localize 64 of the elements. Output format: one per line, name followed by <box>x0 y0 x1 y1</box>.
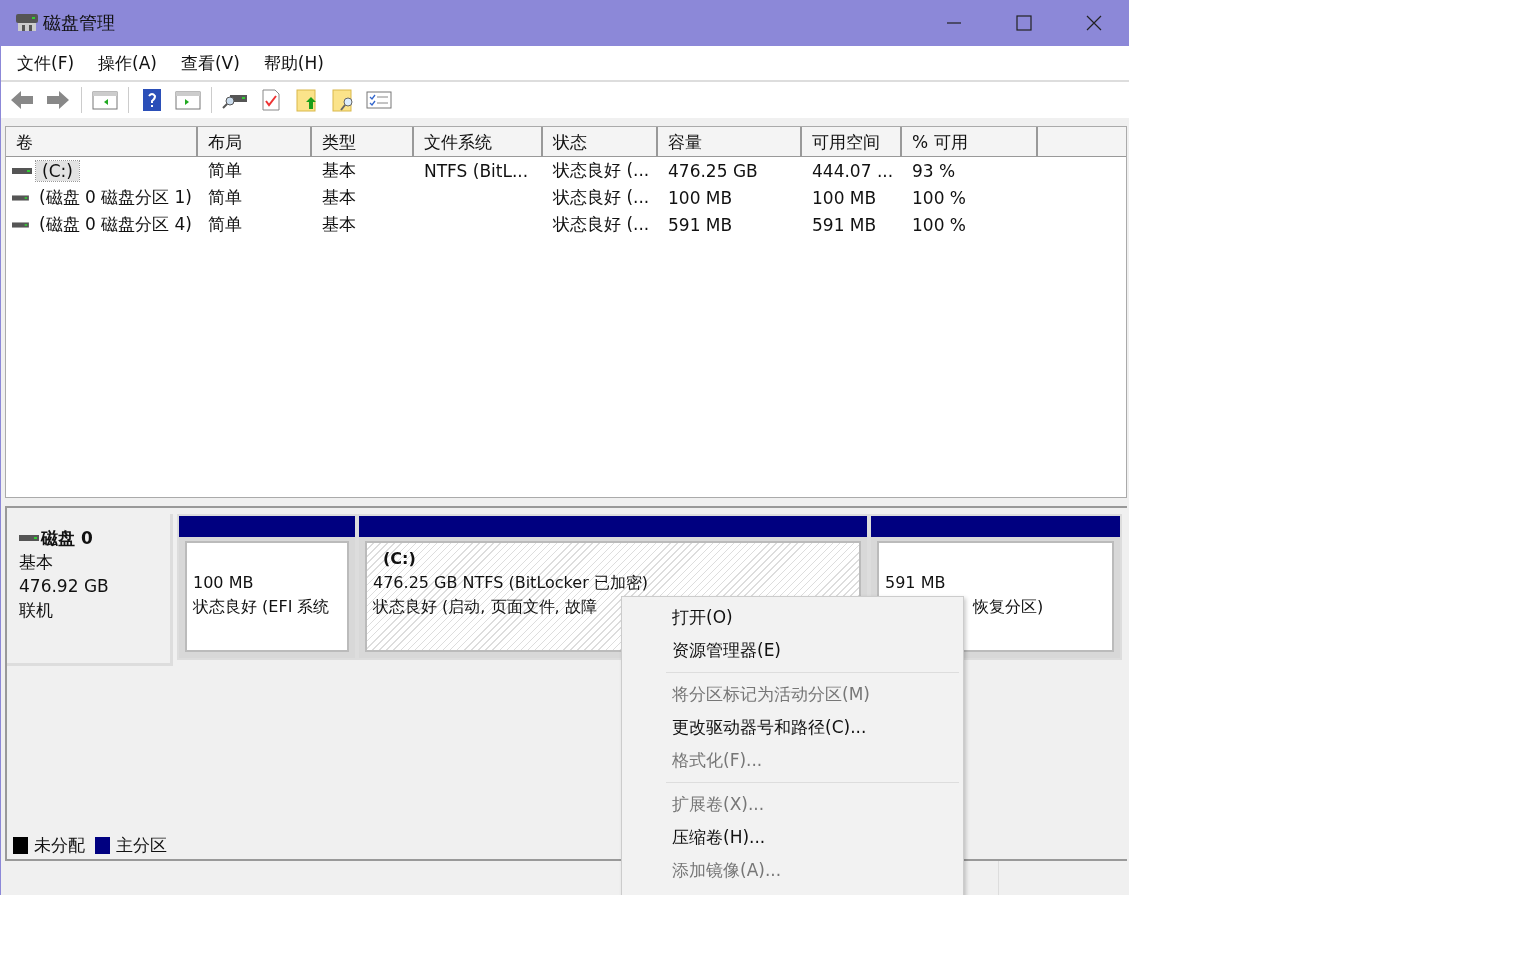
partition-label: (C:) <box>382 548 416 570</box>
partition-status: 状态良好 (启动, 页面文件, 故障 <box>373 596 597 618</box>
table-cell: 100 % <box>912 214 966 235</box>
column-header[interactable]: % 可用 <box>902 127 1038 157</box>
menu-item[interactable]: 操作(A) <box>98 51 157 75</box>
menu-item[interactable]: 文件(F) <box>17 51 75 75</box>
window-title: 磁盘管理 <box>43 11 115 35</box>
drive-icon <box>12 166 32 175</box>
properties-list-icon[interactable] <box>366 88 392 112</box>
column-header[interactable]: 卷 <box>6 127 198 157</box>
console-tree-icon[interactable] <box>92 88 118 112</box>
disk-label-panel[interactable]: 磁盘 0 基本 476.92 GB 联机 <box>7 514 173 666</box>
legend-label: 未分配 <box>34 833 85 857</box>
table-cell: 476.25 GB <box>668 160 758 181</box>
forward-arrow-icon[interactable] <box>45 88 71 112</box>
folder-search-icon[interactable] <box>330 88 356 112</box>
legend-label: 主分区 <box>116 833 167 857</box>
partition-status: 状态良好 (EFI 系统 <box>193 596 330 618</box>
column-header[interactable] <box>1038 127 1126 157</box>
table-cell: 状态良好 (... <box>553 187 650 207</box>
disk-type: 基本 <box>19 551 54 574</box>
table-cell: 简单 <box>208 214 242 234</box>
table-cell: 基本 <box>322 160 356 180</box>
drive-icon <box>12 193 29 202</box>
table-cell: 93 % <box>912 160 956 181</box>
partition-size: 476.25 GB NTFS (BitLocker 已加密) <box>373 572 649 594</box>
partition-size: 591 MB <box>885 572 946 594</box>
column-header[interactable]: 容量 <box>658 127 802 157</box>
disk-status: 联机 <box>19 599 54 622</box>
table-cell: NTFS (BitL... <box>424 160 529 181</box>
action-pane-icon[interactable] <box>175 88 201 112</box>
partition-size: 100 MB <box>193 572 254 594</box>
column-header[interactable]: 布局 <box>198 127 312 157</box>
table-cell: 基本 <box>322 187 356 207</box>
table-cell: 100 MB <box>812 187 877 208</box>
disk-name: 磁盘 0 <box>41 527 93 550</box>
table-cell: 444.07 ... <box>812 160 894 181</box>
table-cell: 状态良好 (... <box>553 160 650 180</box>
column-header[interactable]: 可用空间 <box>802 127 902 157</box>
table-cell: 100 % <box>912 187 966 208</box>
disk-size: 476.92 GB <box>19 575 110 598</box>
menu-item[interactable]: 帮助(H) <box>263 51 324 75</box>
table-cell: 基本 <box>322 214 356 234</box>
column-header[interactable]: 文件系统 <box>414 127 543 157</box>
column-header[interactable]: 状态 <box>543 127 658 157</box>
drive-icon <box>19 534 39 542</box>
partition-status: 恢复分区) <box>973 596 1044 618</box>
context-menu-item[interactable]: 更改驱动器号和路径(C)... <box>622 711 963 744</box>
table-cell[interactable]: (磁盘 0 磁盘分区 1) <box>32 186 198 209</box>
table-cell: 591 MB <box>812 214 877 235</box>
context-menu-item[interactable]: 压缩卷(H)... <box>622 821 963 854</box>
partition-block[interactable]: 100 MB 状态良好 (EFI 系统 <box>179 516 355 658</box>
back-arrow-icon[interactable] <box>9 88 35 112</box>
table-cell: 591 MB <box>668 214 733 235</box>
column-header[interactable]: 类型 <box>312 127 414 157</box>
disk-drive-icon <box>15 12 39 34</box>
table-cell: 状态良好 (... <box>553 214 650 234</box>
table-cell: 简单 <box>208 187 242 207</box>
table-cell: 100 MB <box>668 187 733 208</box>
table-cell[interactable]: (C:) <box>36 160 79 181</box>
menu-item[interactable]: 查看(V) <box>180 51 240 75</box>
table-cell: 简单 <box>208 160 242 180</box>
drive-icon <box>12 220 29 229</box>
table-cell[interactable]: (磁盘 0 磁盘分区 4) <box>32 213 198 236</box>
